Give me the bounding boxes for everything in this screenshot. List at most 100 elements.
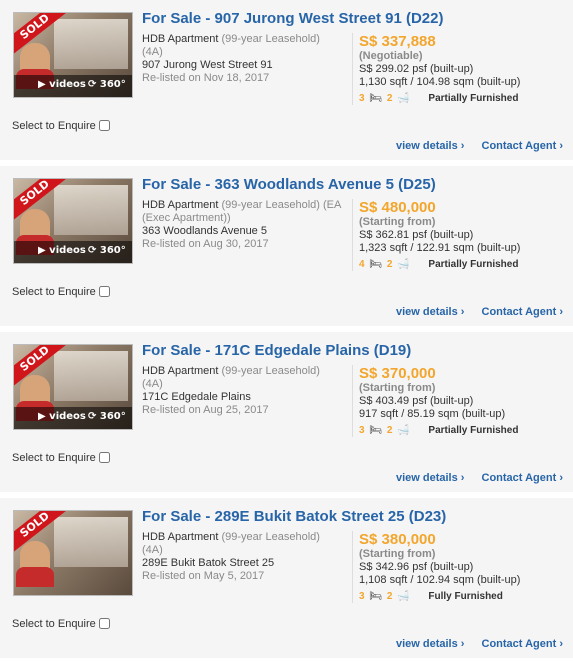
property-info: HDB Apartment (99-year Leasehold) (4A) 1…: [142, 365, 347, 417]
enquire-checkbox[interactable]: [98, 286, 110, 297]
relisted-date: Re-listed on Aug 30, 2017: [142, 238, 269, 250]
view-details-link[interactable]: view details ›: [396, 472, 464, 484]
listing-actions: view details › Contact Agent ›: [382, 472, 563, 484]
address: 363 Woodlands Avenue 5: [142, 225, 267, 237]
listing-photo[interactable]: SOLD: [13, 510, 133, 596]
room-summary: 3 🛏 2 🛁 Partially Furnished: [359, 424, 573, 437]
price-psf: S$ 299.02 psf (built-up): [359, 63, 474, 75]
video-icon[interactable]: ▶ videos: [38, 79, 86, 90]
video-icon[interactable]: ▶ videos: [38, 245, 86, 256]
floor-size: 1,108 sqft / 102.94 sqm (built-up): [359, 574, 521, 586]
room-summary: 4 🛏 2 🛁 Partially Furnished: [359, 258, 573, 271]
address: 171C Edgedale Plains: [142, 391, 251, 403]
enquire-select[interactable]: Select to Enquire: [12, 452, 110, 464]
price: S$ 337,888: [359, 33, 436, 50]
vr-label: 360°: [99, 79, 126, 90]
floor-size: 917 sqft / 85.19 sqm (built-up): [359, 408, 506, 420]
bedroom-count: 4: [359, 259, 365, 270]
floor-size: 1,130 sqft / 104.98 sqm (built-up): [359, 76, 521, 88]
listing-title[interactable]: For Sale - 363 Woodlands Avenue 5 (D25): [142, 176, 436, 193]
360-icon[interactable]: ⟳ 360°: [88, 411, 126, 422]
enquire-checkbox[interactable]: [98, 452, 110, 463]
address: 289E Bukit Batok Street 25: [142, 557, 275, 569]
listing-body: SOLD ▶ videos ⟳ 360° For Sale - 171C Edg…: [0, 332, 573, 492]
price-psf: S$ 403.49 psf (built-up): [359, 395, 474, 407]
property-type: HDB Apartment: [142, 365, 219, 377]
listing-card: SOLD ▶ videos ⟳ 360° For Sale - 363 Wood…: [0, 166, 573, 332]
listing-divider: [0, 658, 573, 664]
listing-card: SOLD ▶ videos ⟳ 360° For Sale - 171C Edg…: [0, 332, 573, 498]
floor-size: 1,323 sqft / 122.91 sqm (built-up): [359, 242, 521, 254]
bath-icon: 🛁: [397, 93, 410, 104]
listing-title[interactable]: For Sale - 171C Edgedale Plains (D19): [142, 342, 411, 359]
furnishing-status: Partially Furnished: [428, 425, 519, 436]
room-image: [54, 351, 128, 401]
property-type: HDB Apartment: [142, 199, 219, 211]
furnishing-status: Fully Furnished: [428, 591, 503, 602]
listing-photo[interactable]: SOLD ▶ videos ⟳ 360°: [13, 12, 133, 98]
enquire-checkbox[interactable]: [98, 120, 110, 131]
bathroom-count: 2: [386, 93, 393, 104]
enquire-select[interactable]: Select to Enquire: [12, 618, 110, 630]
price-block: S$ 370,000 (Starting from) S$ 403.49 psf…: [352, 365, 573, 437]
bathroom-count: 2: [386, 591, 393, 602]
listing-photo[interactable]: SOLD ▶ videos ⟳ 360°: [13, 178, 133, 264]
bathroom-count: 2: [386, 425, 393, 436]
listing-title[interactable]: For Sale - 907 Jurong West Street 91 (D2…: [142, 10, 444, 27]
videos-label: videos: [49, 245, 86, 256]
listing-results: SOLD ▶ videos ⟳ 360° For Sale - 907 Juro…: [0, 0, 573, 664]
enquire-label: Select to Enquire: [12, 452, 96, 464]
flat-type: (4A): [142, 378, 163, 390]
room-summary: 3 🛏 2 🛁 Partially Furnished: [359, 92, 573, 105]
room-image: [54, 517, 128, 567]
bed-icon: 🛏: [369, 93, 383, 104]
tenure: (99-year Leasehold): [221, 365, 320, 377]
price-block: S$ 480,000 (Starting from) S$ 362.81 psf…: [352, 199, 573, 271]
bed-icon: 🛏: [369, 591, 383, 602]
enquire-checkbox[interactable]: [98, 618, 110, 629]
360-icon[interactable]: ⟳ 360°: [88, 245, 126, 256]
room-image: [54, 185, 128, 235]
enquire-select[interactable]: Select to Enquire: [12, 120, 110, 132]
room-summary: 3 🛏 2 🛁 Fully Furnished: [359, 590, 573, 603]
price-qualifier: (Starting from): [359, 548, 436, 560]
media-bar: ▶ videos ⟳ 360°: [14, 407, 132, 429]
contact-agent-link[interactable]: Contact Agent ›: [482, 140, 563, 152]
flat-type: (4A): [142, 544, 163, 556]
listing-title[interactable]: For Sale - 289E Bukit Batok Street 25 (D…: [142, 508, 446, 525]
bedroom-count: 3: [359, 93, 365, 104]
vr-label: 360°: [99, 411, 126, 422]
contact-agent-link[interactable]: Contact Agent ›: [482, 638, 563, 650]
listing-body: SOLD For Sale - 289E Bukit Batok Street …: [0, 498, 573, 658]
room-image: [54, 19, 128, 69]
media-bar: ▶ videos ⟳ 360°: [14, 241, 132, 263]
bedroom-count: 3: [359, 591, 365, 602]
price-qualifier: (Starting from): [359, 216, 436, 228]
listing-card: SOLD For Sale - 289E Bukit Batok Street …: [0, 498, 573, 664]
contact-agent-link[interactable]: Contact Agent ›: [482, 472, 563, 484]
video-icon[interactable]: ▶ videos: [38, 411, 86, 422]
media-bar: ▶ videos ⟳ 360°: [14, 75, 132, 97]
listing-card: SOLD ▶ videos ⟳ 360° For Sale - 907 Juro…: [0, 0, 573, 166]
property-info: HDB Apartment (99-year Leasehold) (EA (E…: [142, 199, 347, 251]
enquire-label: Select to Enquire: [12, 618, 96, 630]
enquire-select[interactable]: Select to Enquire: [12, 286, 110, 298]
bath-icon: 🛁: [397, 591, 410, 602]
view-details-link[interactable]: view details ›: [396, 140, 464, 152]
360-icon[interactable]: ⟳ 360°: [88, 79, 126, 90]
flat-type: (4A): [142, 46, 163, 58]
price-psf: S$ 362.81 psf (built-up): [359, 229, 474, 241]
view-details-link[interactable]: view details ›: [396, 638, 464, 650]
price: S$ 370,000: [359, 365, 436, 382]
listing-photo[interactable]: SOLD ▶ videos ⟳ 360°: [13, 344, 133, 430]
bed-icon: 🛏: [369, 259, 383, 270]
view-details-link[interactable]: view details ›: [396, 306, 464, 318]
contact-agent-link[interactable]: Contact Agent ›: [482, 306, 563, 318]
relisted-date: Re-listed on Aug 25, 2017: [142, 404, 269, 416]
price-psf: S$ 342.96 psf (built-up): [359, 561, 474, 573]
relisted-date: Re-listed on Nov 18, 2017: [142, 72, 270, 84]
tenure: (99-year Leasehold): [221, 33, 320, 45]
address: 907 Jurong West Street 91: [142, 59, 273, 71]
property-type: HDB Apartment: [142, 531, 219, 543]
listing-actions: view details › Contact Agent ›: [382, 638, 563, 650]
